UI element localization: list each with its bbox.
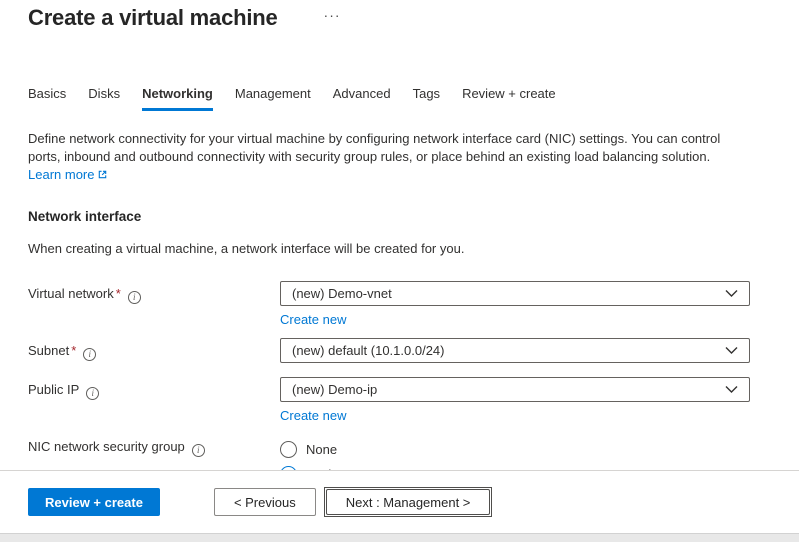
public-ip-value: (new) Demo-ip	[292, 382, 377, 397]
public-ip-dropdown[interactable]: (new) Demo-ip	[280, 377, 750, 402]
nic-nsg-option-basic[interactable]: Basic	[280, 462, 750, 470]
page-content: Create a virtual machine ··· Basics Disk…	[0, 0, 799, 470]
virtual-network-dropdown[interactable]: (new) Demo-vnet	[280, 281, 750, 306]
tab-management[interactable]: Management	[235, 86, 311, 111]
subnet-value: (new) default (10.1.0.0/24)	[292, 343, 444, 358]
tab-advanced[interactable]: Advanced	[333, 86, 391, 111]
subnet-label: Subnet*i	[28, 338, 280, 363]
radio-selected-icon	[280, 466, 297, 470]
learn-more-link[interactable]: Learn more	[28, 167, 94, 182]
tab-review-create[interactable]: Review + create	[462, 86, 556, 111]
chevron-down-icon	[725, 286, 738, 301]
form-row-public-ip: Public IPi (new) Demo-ip Create new	[28, 377, 771, 423]
window-bottom-edge	[0, 533, 799, 542]
public-ip-label: Public IPi	[28, 377, 280, 423]
nic-nsg-label: NIC network security groupi	[28, 434, 280, 470]
review-create-button[interactable]: Review + create	[28, 488, 160, 516]
info-icon[interactable]: i	[192, 444, 205, 457]
subnet-dropdown[interactable]: (new) default (10.1.0.0/24)	[280, 338, 750, 363]
virtual-network-control: (new) Demo-vnet Create new	[280, 281, 750, 327]
next-management-button[interactable]: Next : Management >	[326, 489, 491, 515]
form-row-nic-nsg: NIC network security groupi None Basic A…	[28, 434, 771, 470]
nic-nsg-option-none[interactable]: None	[280, 437, 750, 462]
chevron-down-icon	[725, 343, 738, 358]
tab-networking[interactable]: Networking	[142, 86, 213, 111]
virtual-network-create-new-link[interactable]: Create new	[280, 312, 346, 327]
virtual-network-value: (new) Demo-vnet	[292, 286, 392, 301]
section-intro: When creating a virtual machine, a netwo…	[28, 241, 771, 256]
required-marker: *	[116, 286, 121, 301]
section-heading-network-interface: Network interface	[28, 209, 771, 224]
tab-description: Define network connectivity for your vir…	[28, 130, 740, 166]
public-ip-create-new-row: Create new	[280, 408, 750, 423]
form-row-subnet: Subnet*i (new) default (10.1.0.0/24)	[28, 338, 771, 363]
networking-form: Virtual network*i (new) Demo-vnet Create…	[28, 281, 771, 470]
radio-icon	[280, 441, 297, 458]
public-ip-control: (new) Demo-ip Create new	[280, 377, 750, 423]
info-icon[interactable]: i	[83, 348, 96, 361]
tab-tags[interactable]: Tags	[413, 86, 440, 111]
public-ip-create-new-link[interactable]: Create new	[280, 408, 346, 423]
chevron-down-icon	[725, 382, 738, 397]
previous-button[interactable]: < Previous	[214, 488, 316, 516]
wizard-tabs: Basics Disks Networking Management Advan…	[28, 86, 771, 111]
next-button-focus-ring: Next : Management >	[324, 487, 493, 517]
virtual-network-create-new-row: Create new	[280, 312, 750, 327]
learn-more-row: Learn more	[28, 166, 771, 185]
page-header: Create a virtual machine ···	[28, 2, 771, 32]
form-row-virtual-network: Virtual network*i (new) Demo-vnet Create…	[28, 281, 771, 327]
more-options-icon[interactable]: ···	[324, 5, 341, 25]
subnet-control: (new) default (10.1.0.0/24)	[280, 338, 750, 363]
external-link-icon	[97, 167, 108, 185]
page-title: Create a virtual machine	[28, 4, 278, 32]
info-icon[interactable]: i	[128, 291, 141, 304]
virtual-network-label: Virtual network*i	[28, 281, 280, 327]
nic-nsg-radio-group: None Basic Advanced	[280, 434, 750, 470]
tab-disks[interactable]: Disks	[88, 86, 120, 111]
tab-basics[interactable]: Basics	[28, 86, 66, 111]
wizard-footer: Review + create < Previous Next : Manage…	[0, 470, 799, 533]
required-marker: *	[71, 343, 76, 358]
info-icon[interactable]: i	[86, 387, 99, 400]
